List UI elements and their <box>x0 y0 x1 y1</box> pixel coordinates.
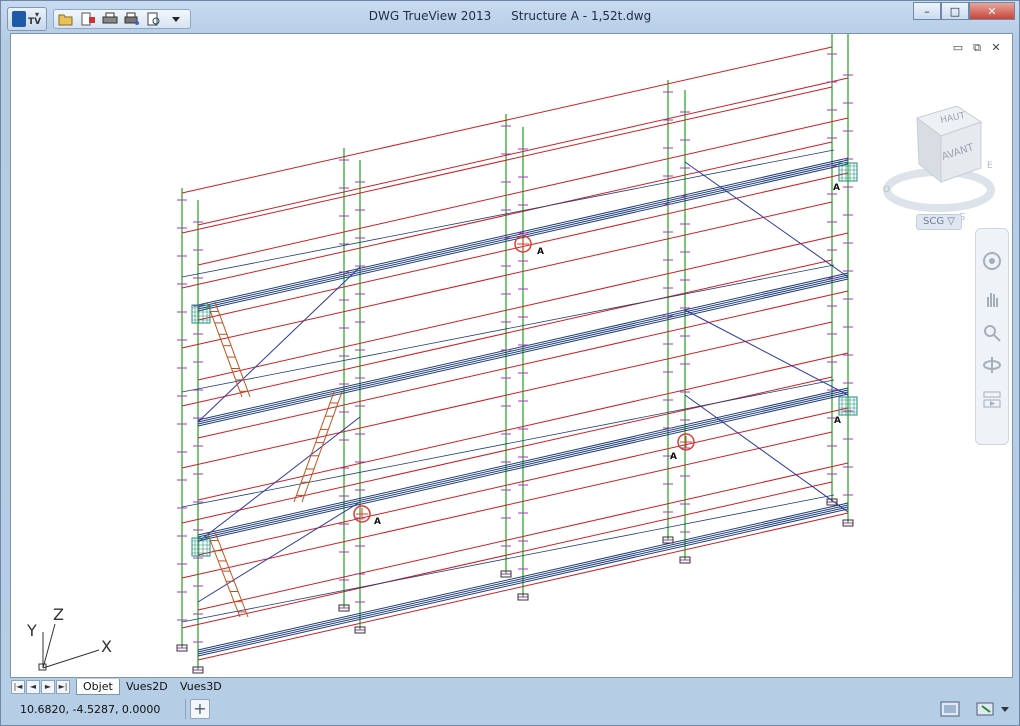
add-button[interactable]: + <box>190 699 210 719</box>
last-tab-button[interactable]: ►| <box>56 680 70 694</box>
ladder-rail <box>214 301 251 398</box>
brace-diagonal <box>197 416 361 543</box>
ledger-back <box>181 481 833 629</box>
ledger-back <box>181 431 833 579</box>
first-tab-button[interactable]: |◄ <box>11 680 25 694</box>
ucs-icon: X Y Z <box>26 605 112 671</box>
maximize-button[interactable]: □ <box>941 2 969 20</box>
tab-objet[interactable]: Objet <box>76 679 120 695</box>
annotation-label: A <box>537 247 544 257</box>
ladder-rail <box>293 391 335 503</box>
prev-tab-button[interactable]: ◄ <box>26 680 40 694</box>
scaffold-drawing: A A A A A <box>176 34 858 674</box>
showmotion-icon[interactable] <box>982 389 1002 409</box>
tab-navigation: |◄ ◄ ► ►| <box>11 680 70 694</box>
zoom-icon[interactable] <box>982 323 1002 343</box>
app-name: DWG TrueView 2013 <box>368 9 492 23</box>
navigation-bar <box>975 228 1009 445</box>
app-window: TV ▾ DWG TrueView 2013 Structure A - 1,5… <box>0 0 1020 726</box>
ucs-z-label: Z <box>53 605 64 624</box>
ledger-back <box>181 201 833 349</box>
brace-diagonal <box>684 309 849 396</box>
brace-diagonal <box>684 161 849 278</box>
status-divider <box>185 699 186 719</box>
ucs-x-label: X <box>101 637 112 656</box>
ledger-back <box>181 46 833 194</box>
coordinates-readout[interactable]: 10.6820, -4.5287, 0.0000 <box>20 703 160 716</box>
pan-icon[interactable] <box>982 289 1002 309</box>
annotation-label: A <box>834 416 841 426</box>
viewcube[interactable]: HAUT AVANT E O S <box>877 98 997 228</box>
deck-edge <box>181 494 835 623</box>
steering-wheel-icon[interactable] <box>982 251 1002 271</box>
layout-tabs: |◄ ◄ ► ►| Objet Vues2D Vues3D <box>10 679 1013 695</box>
tab-vues3d[interactable]: Vues3D <box>174 679 228 694</box>
annotation-label: A <box>374 517 381 527</box>
ucs-menu[interactable]: SCG ▽ <box>916 214 962 230</box>
next-tab-button[interactable]: ► <box>41 680 55 694</box>
ladder-rail <box>301 391 343 503</box>
ledger-back <box>181 259 833 407</box>
title-bar: TV ▾ DWG TrueView 2013 Structure A - 1,5… <box>1 1 1019 33</box>
compass-west-label: O <box>883 185 890 195</box>
annotation-label: A <box>833 183 840 193</box>
minimize-button[interactable]: – <box>913 2 941 20</box>
drawing-viewport[interactable]: ▭ ⧉ ✕ AAAAA HAUT AVANT E O S SCG ▽ X Y Z <box>10 33 1013 678</box>
window-controls: – □ ✕ <box>913 2 1015 20</box>
tray-settings-icon[interactable] <box>976 700 996 718</box>
annotation-label: A <box>670 452 677 462</box>
status-bar: 10.6820, -4.5287, 0.0000 + <box>10 697 1013 721</box>
window-title: DWG TrueView 2013 Structure A - 1,52t.dw… <box>1 9 1019 23</box>
tab-vues2d[interactable]: Vues2D <box>120 679 174 694</box>
ledger-back <box>181 86 833 234</box>
ladder-rail <box>206 301 243 398</box>
orbit-icon[interactable] <box>982 355 1002 375</box>
status-menu-icon[interactable] <box>998 700 1012 718</box>
document-name: Structure A - 1,52t.dwg <box>511 9 652 23</box>
close-button[interactable]: ✕ <box>969 2 1015 20</box>
maximize-viewport-icon[interactable] <box>940 700 960 718</box>
ledger-back <box>181 376 833 524</box>
deck-edge <box>181 264 835 393</box>
compass-east-label: E <box>987 161 993 171</box>
ucs-y-label: Y <box>26 621 37 640</box>
